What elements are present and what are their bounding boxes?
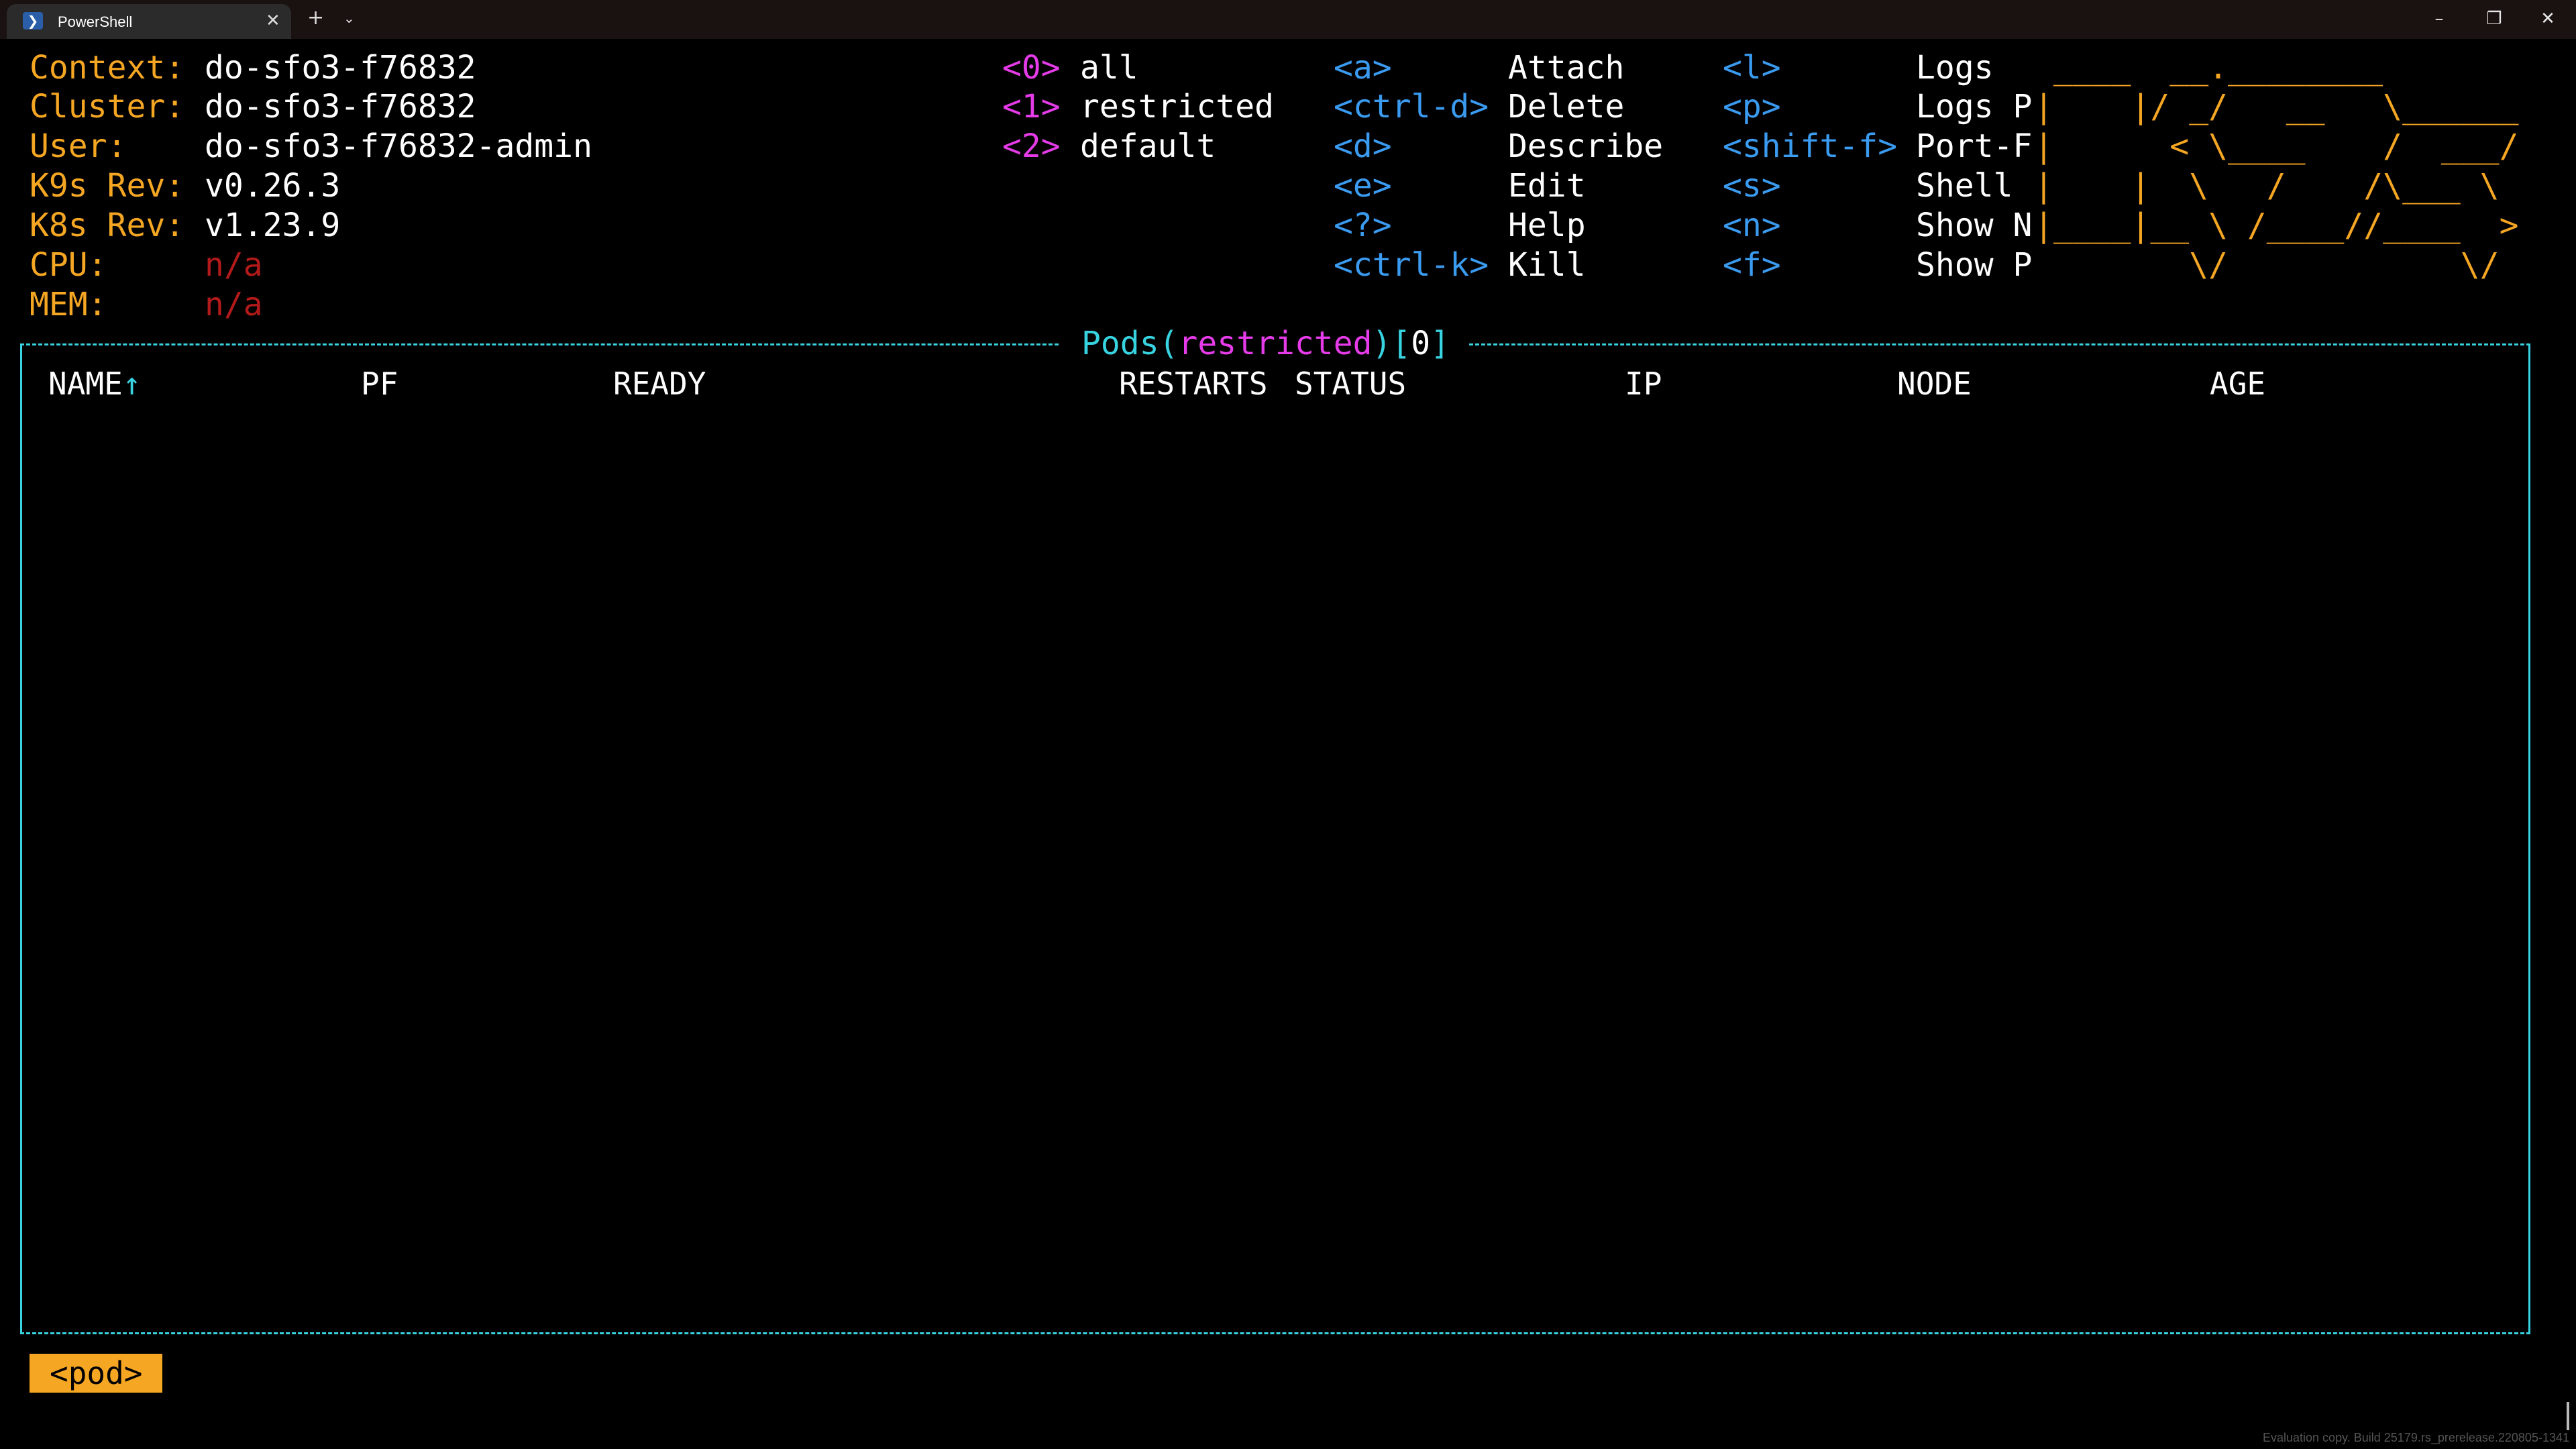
column-header-restarts[interactable]: RESTARTS [1119, 364, 1268, 403]
evaluation-watermark: Evaluation copy. Build 25179.rs_prerelea… [2263, 1431, 2569, 1444]
close-tab-icon[interactable]: ✕ [266, 11, 280, 31]
hotkey-label: Logs P [1916, 88, 2033, 125]
namespace-label: default [1080, 127, 1216, 165]
hotkey-key[interactable]: <n> [1723, 206, 1781, 245]
column-header-status[interactable]: STATUS [1295, 364, 1406, 403]
column-header-pf[interactable]: PF [361, 364, 398, 403]
chevron-down-icon[interactable]: ⌄ [343, 9, 355, 27]
hotkey-key[interactable]: <e> [1334, 166, 1392, 205]
hotkey-label: Show N [1916, 207, 2033, 244]
hotkey-key[interactable]: <?> [1334, 206, 1392, 245]
logo-line: ____ __.________ [2034, 49, 2519, 87]
namespace-label: restricted [1080, 88, 1274, 125]
frame-top-border-right [1469, 343, 2530, 345]
k8s-rev-label: K8s Rev: [30, 207, 185, 244]
table-namespace: restricted [1178, 325, 1373, 362]
hotkey-key[interactable]: <shift-f> [1723, 127, 1897, 166]
window-titlebar: ❯ PowerShell ✕ + ⌄ – ❐ ✕ [0, 0, 2576, 39]
close-window-button[interactable]: ✕ [2528, 5, 2568, 32]
table-count: 0 [1411, 325, 1431, 362]
hotkey-key[interactable]: <ctrl-k> [1334, 246, 1489, 284]
hotkey-label: Port-F [1916, 127, 2033, 165]
hotkey-label: Attach [1508, 49, 1625, 87]
cpu-label: CPU: [30, 246, 107, 284]
frame-top-border-left [20, 343, 1059, 345]
hotkey-label: Show P [1916, 246, 2033, 284]
new-tab-button[interactable]: + [307, 7, 324, 30]
scrollbar-thumb[interactable] [2567, 1402, 2569, 1430]
namespace-key[interactable]: <0> [1002, 48, 1061, 87]
column-header-ip[interactable]: IP [1625, 364, 1662, 403]
tab-title: PowerShell [58, 13, 133, 30]
column-header-ready[interactable]: READY [613, 364, 706, 403]
logo-line: |____|__ \ /____//____ > [2034, 207, 2519, 244]
hotkey-label: Describe [1508, 127, 1664, 165]
context-label: Context: [30, 49, 185, 87]
hotkey-key[interactable]: <ctrl-d> [1334, 87, 1489, 126]
hotkey-label: Edit [1508, 167, 1586, 205]
hotkey-key[interactable]: <p> [1723, 87, 1781, 126]
hotkey-label: Kill [1508, 246, 1586, 284]
hotkey-label: Help [1508, 207, 1586, 244]
hotkey-key[interactable]: <l> [1723, 48, 1781, 87]
cluster-label: Cluster: [30, 88, 185, 125]
k9s-rev-value: v0.26.3 [205, 167, 341, 205]
restore-button[interactable]: ❐ [2474, 5, 2514, 32]
cpu-value: n/a [205, 246, 263, 284]
frame-bottom-border [20, 1332, 2530, 1334]
hotkey-label: Delete [1508, 88, 1625, 125]
tab-powershell[interactable]: ❯ PowerShell ✕ [7, 4, 291, 39]
namespace-key[interactable]: <1> [1002, 87, 1061, 126]
minimize-button[interactable]: – [2419, 5, 2459, 32]
mem-value: n/a [205, 286, 263, 323]
column-header-node[interactable]: NODE [1897, 364, 1972, 403]
logo-line: | |/ _/ __ \______ [2034, 88, 2519, 125]
namespace-key[interactable]: <2> [1002, 127, 1061, 166]
hotkey-key[interactable]: <s> [1723, 166, 1781, 205]
column-header-age[interactable]: AGE [2210, 364, 2265, 403]
powershell-icon: ❯ [23, 12, 43, 30]
k8s-rev-value: v1.23.9 [205, 207, 341, 244]
user-label: User: [30, 127, 127, 165]
logo-line: \/ \/ [2034, 246, 2519, 284]
user-value: do-sfo3-f76832-admin [205, 127, 592, 165]
mem-label: MEM: [30, 286, 107, 323]
breadcrumb-pod[interactable]: <pod> [30, 1354, 163, 1393]
cluster-value: do-sfo3-f76832 [205, 88, 476, 125]
logo-line: | | \ / /\___ \ [2034, 167, 2519, 205]
hotkey-key[interactable]: <a> [1334, 48, 1392, 87]
pods-table-frame [20, 343, 2530, 1334]
hotkey-key[interactable]: <d> [1334, 127, 1392, 166]
resource-name: Pods [1081, 325, 1159, 362]
k9s-rev-label: K9s Rev: [30, 167, 185, 205]
namespace-label: all [1080, 49, 1138, 87]
logo-line: | < \____ / ___/ [2034, 127, 2519, 165]
hotkey-label: Logs [1916, 49, 1994, 87]
hotkey-label: Shell [1916, 167, 2013, 205]
sort-ascending-icon: ↑ [122, 366, 142, 402]
column-header-name[interactable]: NAME↑ [48, 364, 141, 403]
context-value: do-sfo3-f76832 [205, 49, 476, 87]
table-title: Pods(restricted)[0] [1079, 324, 1453, 363]
hotkey-key[interactable]: <f> [1723, 246, 1781, 284]
